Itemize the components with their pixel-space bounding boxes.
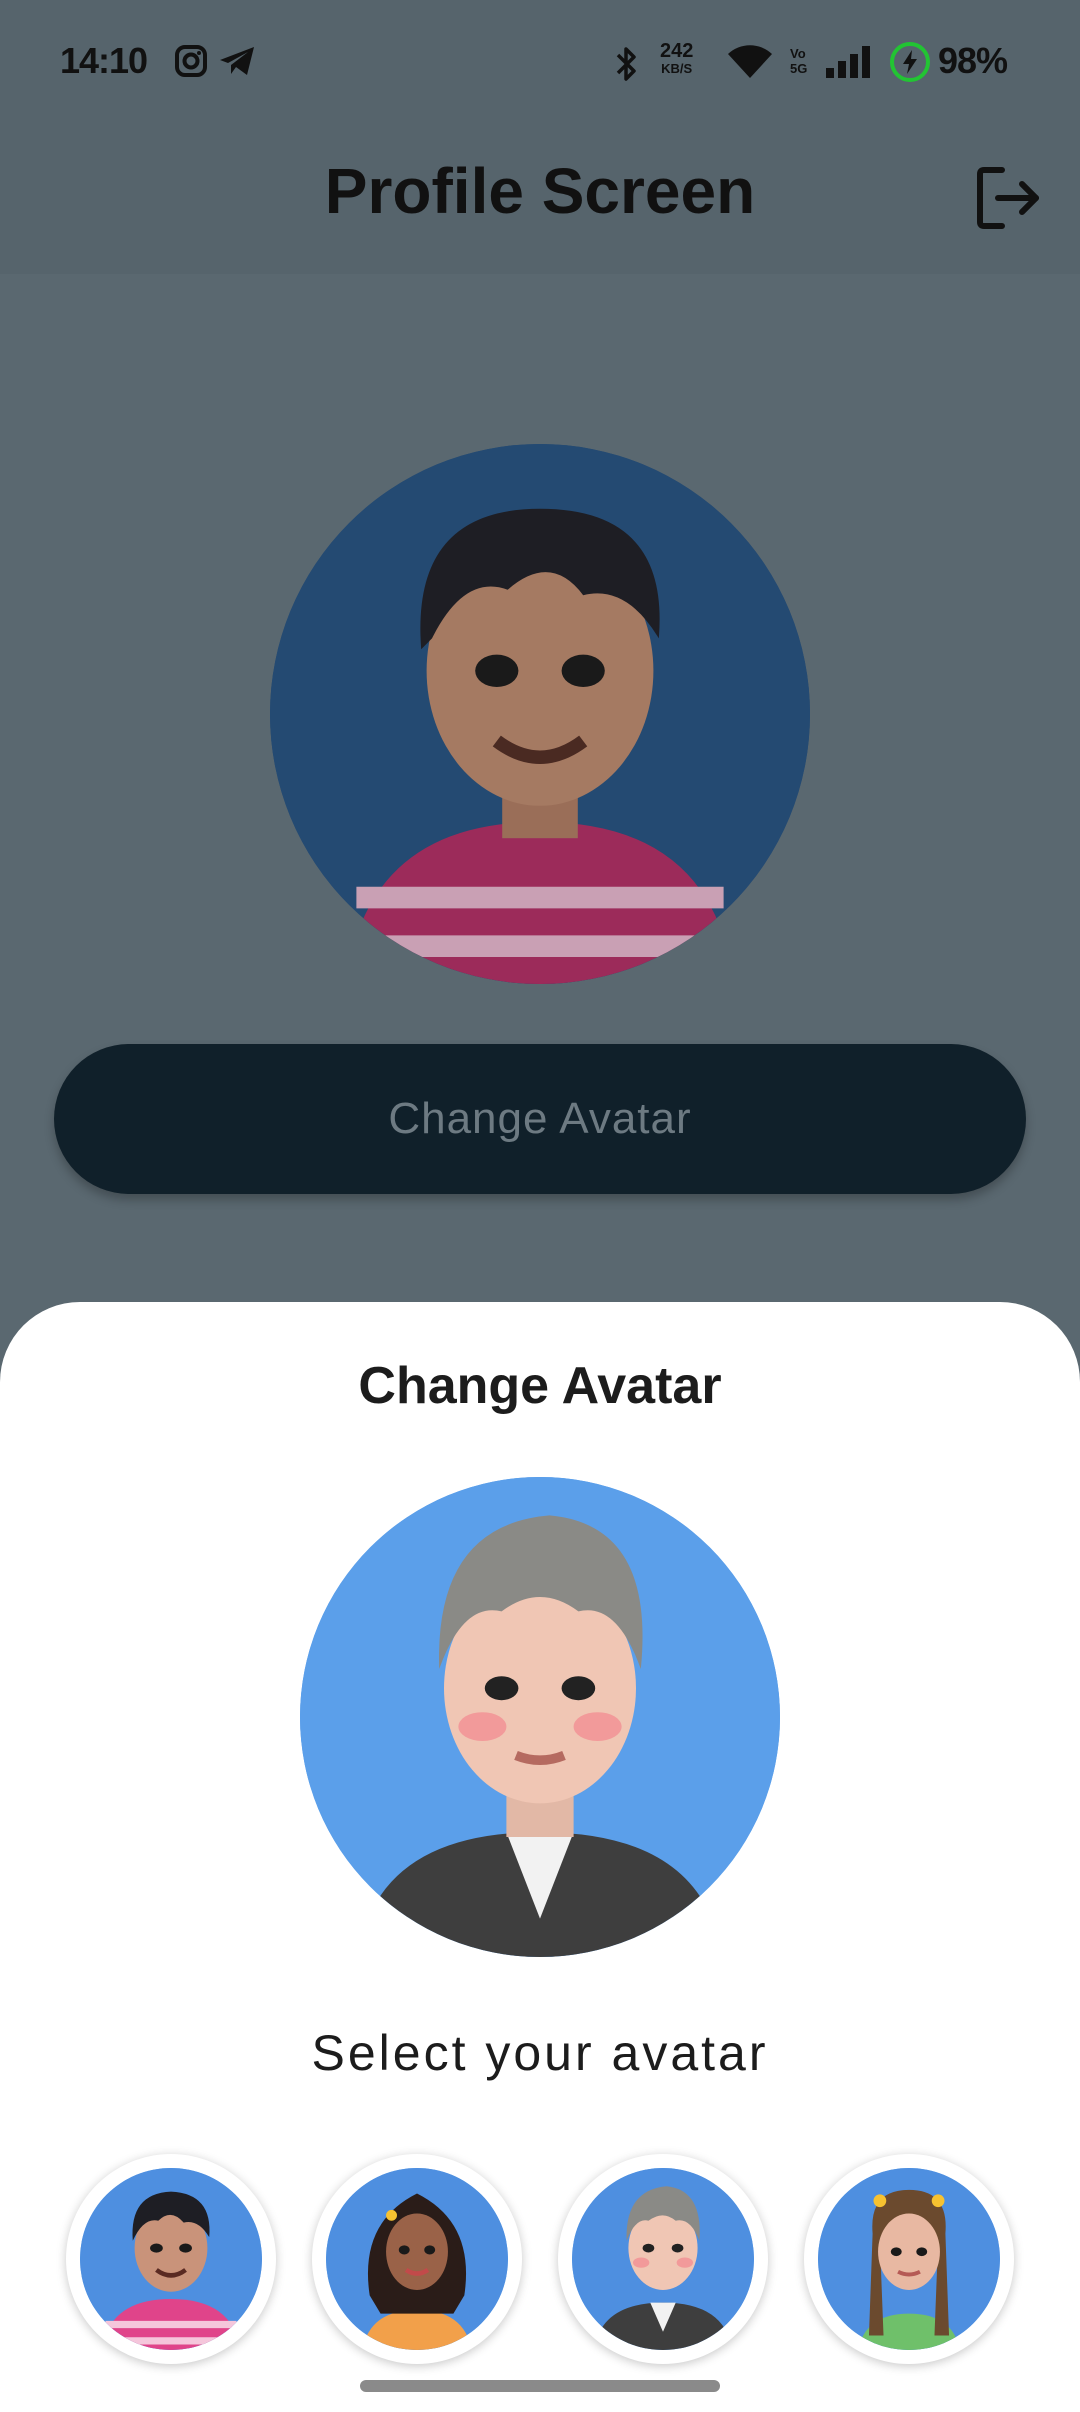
logout-icon [972,167,1044,238]
avatar-options [0,2154,1080,2374]
page-title: Profile Screen [324,155,756,227]
net-speed: 242 KB/S [660,40,694,78]
profile-content: Change Avatar [0,274,1080,1304]
home-indicator[interactable] [360,2380,720,2392]
status-bar: 14:10 242 KB/S Vo 5G 98% [0,0,1080,124]
select-avatar-label: Select your avatar [311,2025,769,2081]
avatar-option-gray-hair[interactable] [558,2154,768,2364]
avatar-girl-braids-thumb [818,2168,1000,2350]
volte-indicator: Vo 5G [790,46,807,76]
sheet-title: Change Avatar [358,1357,722,1415]
avatar-boy-thumb [80,2168,262,2350]
bluetooth-icon [612,44,642,89]
instagram-icon [174,44,208,83]
logout-button[interactable] [972,162,1044,234]
avatar-gray-hair-thumb [572,2168,754,2350]
telegram-icon [218,44,256,83]
battery-percent: 98% [938,40,1008,81]
avatar-option-girl-curly[interactable] [312,2154,522,2364]
change-avatar-sheet: Change Avatar Select your avatar [0,1302,1080,2412]
change-avatar-button[interactable]: Change Avatar [54,1044,1026,1194]
avatar-option-girl-braids[interactable] [804,2154,1014,2364]
volte-top: Vo [790,46,806,61]
net-speed-unit: KB/S [661,61,693,76]
avatar-girl-curly-thumb [326,2168,508,2350]
change-avatar-label: Change Avatar [388,1094,692,1143]
avatar-boy-illustration [270,444,810,984]
battery-charging-icon [888,40,932,89]
selected-avatar-preview [300,1477,780,1957]
avatar-gray-hair-illustration [300,1477,780,1957]
app-bar: Profile Screen [0,124,1080,274]
signal-icon [824,44,874,85]
wifi-icon [726,44,774,85]
avatar-option-boy[interactable] [66,2154,276,2364]
net-speed-value: 242 [660,40,694,62]
status-time: 14:10 [60,40,148,81]
volte-bottom: 5G [790,61,808,76]
profile-avatar [270,444,810,984]
